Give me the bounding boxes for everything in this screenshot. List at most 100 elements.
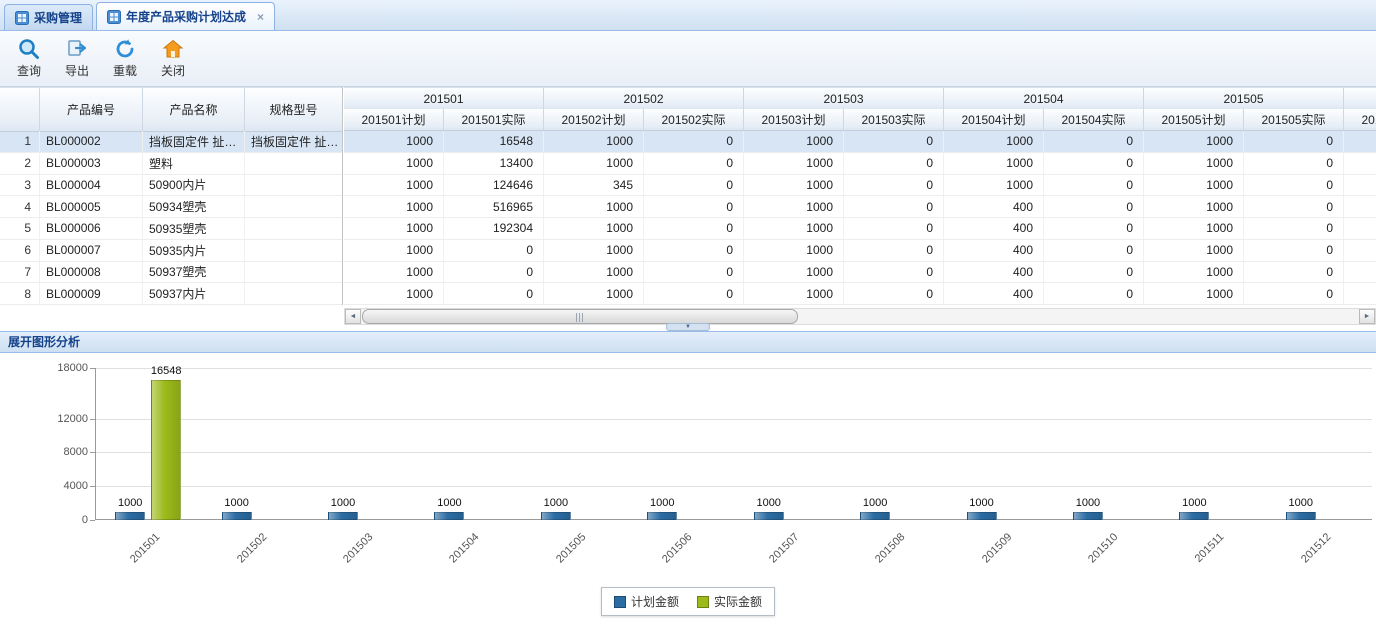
app-window: 采购管理 年度产品采购计划达成 × 查询 导出 重载 <box>0 0 1376 629</box>
button-label: 查询 <box>17 62 41 79</box>
value-cell: 0 <box>1044 131 1144 152</box>
value-cell: 1000 <box>744 262 844 283</box>
value-cell: 0 <box>1044 262 1144 283</box>
chart-panel-header[interactable]: 展开图形分析 <box>0 331 1376 353</box>
row-number-cell: 1 <box>0 131 40 152</box>
table-row[interactable]: 10001340010000100001000010000 <box>344 153 1376 175</box>
value-cell: 1000 <box>1144 196 1244 217</box>
legend-item[interactable]: 计划金额 <box>614 593 679 610</box>
value-cell: 1000 <box>544 218 644 239</box>
column-header[interactable]: 201505计划 <box>1144 109 1244 131</box>
value-cell: 400 <box>944 283 1044 304</box>
y-axis-tick <box>90 520 95 521</box>
value-cell: 0 <box>644 262 744 283</box>
column-group-header[interactable]: 201502 <box>544 88 744 110</box>
column-header[interactable]: 201503计划 <box>744 109 844 131</box>
table-row-fixed[interactable]: 5BL00000650935塑壳 <box>0 218 342 240</box>
column-header-product-code[interactable]: 产品编号 <box>40 88 143 132</box>
plan-bar <box>1286 512 1316 520</box>
export-button[interactable]: 导出 <box>56 34 98 84</box>
legend-label: 实际金额 <box>714 593 762 610</box>
table-row-fixed[interactable]: 2BL000003塑料 <box>0 153 342 175</box>
legend-label: 计划金额 <box>631 593 679 610</box>
column-group-header[interactable]: 201504 <box>944 88 1144 110</box>
scroll-left-arrow-icon[interactable]: ◄ <box>345 309 361 324</box>
scroll-right-arrow-icon[interactable]: ► <box>1359 309 1375 324</box>
value-cell: 0 <box>844 218 944 239</box>
plan-bar <box>1179 512 1209 520</box>
table-row[interactable]: 100001000010000400010000 <box>344 262 1376 284</box>
product-code-cell: BL000005 <box>40 196 143 217</box>
reload-button[interactable]: 重载 <box>104 34 146 84</box>
grid-scroll-section: 201501201502201503201504201505201506 201… <box>344 87 1376 305</box>
spec-cell <box>245 218 343 239</box>
value-cell: 0 <box>1044 153 1144 174</box>
grid-locked-section: 产品编号 产品名称 规格型号 1BL000002挡板固定件 扯…挡板固定件 扯…… <box>0 87 343 305</box>
y-axis-label: 12000 <box>26 413 88 425</box>
value-cell: 1000 <box>744 196 844 217</box>
table-row-fixed[interactable]: 3BL00000450900内片 <box>0 175 342 197</box>
tab-annual-plan-achievement[interactable]: 年度产品采购计划达成 × <box>96 2 275 30</box>
product-code-cell: BL000002 <box>40 131 143 152</box>
tab-close-icon[interactable]: × <box>257 11 264 23</box>
column-header[interactable]: 201502实际 <box>644 109 744 131</box>
bar-value-label: 1000 <box>729 497 809 509</box>
value-cell: 1000 <box>744 283 844 304</box>
table-row-fixed[interactable]: 7BL00000850937塑壳 <box>0 262 342 284</box>
tab-procurement-management[interactable]: 采购管理 <box>4 4 93 30</box>
horizontal-scrollbar[interactable]: ◄ ► <box>344 308 1376 325</box>
reload-icon <box>114 38 136 60</box>
table-row[interactable]: 10005169651000010000400010000 <box>344 196 1376 218</box>
column-group-header[interactable]: 201505 <box>1144 88 1344 110</box>
row-number-cell: 4 <box>0 196 40 217</box>
query-button[interactable]: 查询 <box>8 34 50 84</box>
x-axis-label: 201510 <box>1062 531 1120 589</box>
value-cell: 13400 <box>444 153 544 174</box>
column-header-product-name[interactable]: 产品名称 <box>143 88 245 132</box>
bar-value-label: 1000 <box>622 497 702 509</box>
value-cell: 0 <box>844 240 944 261</box>
bar-value-label: 1000 <box>197 497 277 509</box>
column-group-header[interactable]: 201501 <box>344 88 544 110</box>
value-cell: 400 <box>944 262 1044 283</box>
value-cell: 1000 <box>344 218 444 239</box>
table-row-fixed[interactable]: 4BL00000550934塑壳 <box>0 196 342 218</box>
column-header[interactable]: 201501实际 <box>444 109 544 131</box>
panel-collapse-handle[interactable]: ▼ <box>666 323 710 331</box>
table-row-fixed[interactable]: 6BL00000750935内片 <box>0 240 342 262</box>
x-axis-label: 201511 <box>1169 531 1227 589</box>
column-group-header[interactable]: 201503 <box>744 88 944 110</box>
plan-bar <box>647 512 677 520</box>
column-header[interactable]: 201504计划 <box>944 109 1044 131</box>
column-group-header[interactable]: 201506 <box>1344 88 1376 110</box>
table-row[interactable]: 10001923041000010000400010000 <box>344 218 1376 240</box>
table-row[interactable]: 100001000010000400010000 <box>344 240 1376 262</box>
legend-item[interactable]: 实际金额 <box>697 593 762 610</box>
scrollbar-thumb[interactable] <box>362 309 798 324</box>
plan-bar <box>967 512 997 520</box>
value-cell: 1000 <box>344 196 444 217</box>
table-row[interactable]: 10001654810000100001000010000 <box>344 131 1376 153</box>
column-header[interactable]: 201502计划 <box>544 109 644 131</box>
table-row[interactable]: 10001246463450100001000010000 <box>344 175 1376 197</box>
value-cell: 0 <box>1244 240 1344 261</box>
table-row-fixed[interactable]: 1BL000002挡板固定件 扯…挡板固定件 扯… <box>0 131 342 153</box>
table-row-fixed[interactable]: 8BL00000950937内片 <box>0 283 342 305</box>
value-cell: 400 <box>944 196 1044 217</box>
value-cell: 1000 <box>1144 153 1244 174</box>
value-cell: 0 <box>1044 240 1144 261</box>
column-header[interactable]: 201504实际 <box>1044 109 1144 131</box>
column-header-spec[interactable]: 规格型号 <box>245 88 343 132</box>
column-header[interactable]: 201501计划 <box>344 109 444 131</box>
column-header[interactable]: 201505实际 <box>1244 109 1344 131</box>
tab-bar: 采购管理 年度产品采购计划达成 × <box>0 0 1376 31</box>
value-cell: 0 <box>1244 131 1344 152</box>
column-header[interactable]: 201503实际 <box>844 109 944 131</box>
close-button[interactable]: 关闭 <box>152 34 194 84</box>
value-cell: 0 <box>844 196 944 217</box>
table-row[interactable]: 100001000010000400010000 <box>344 283 1376 305</box>
value-cell: 0 <box>444 240 544 261</box>
value-cell: 0 <box>1244 175 1344 196</box>
value-cell: 0 <box>644 240 744 261</box>
column-header[interactable]: 201506计划 <box>1344 109 1376 131</box>
